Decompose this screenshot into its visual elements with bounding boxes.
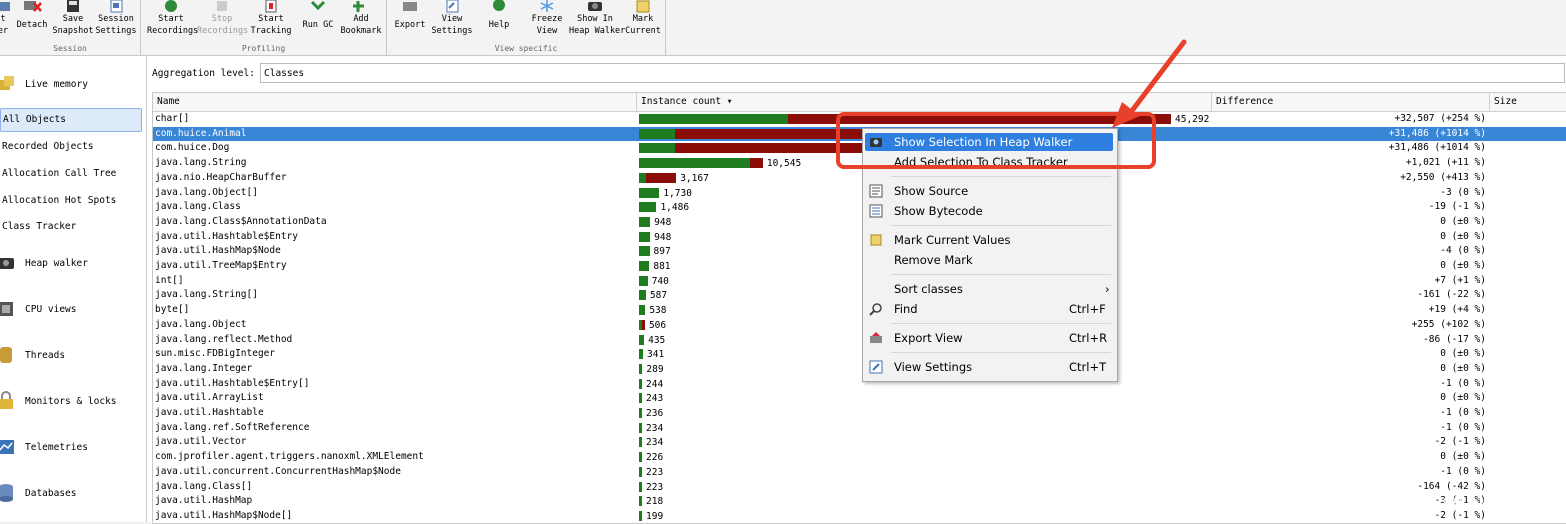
annotation-arrow xyxy=(1112,39,1187,128)
annotation-arrow-shaft xyxy=(1125,39,1187,119)
